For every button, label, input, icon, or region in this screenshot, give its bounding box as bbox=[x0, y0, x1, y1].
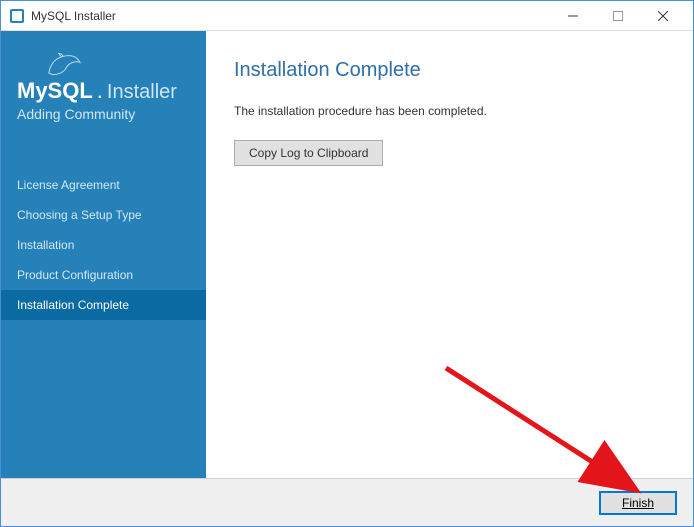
sidebar-item-label: Installation bbox=[17, 238, 74, 252]
maximize-button[interactable] bbox=[595, 2, 640, 30]
main-panel: Installation Complete The installation p… bbox=[206, 31, 693, 478]
sidebar-item-installation-complete: Installation Complete bbox=[1, 290, 206, 320]
body-area: MySQL. Installer Adding Community Licens… bbox=[1, 31, 693, 478]
page-description: The installation procedure has been comp… bbox=[234, 104, 665, 118]
maximize-icon bbox=[613, 11, 623, 21]
page-title: Installation Complete bbox=[234, 59, 665, 82]
brand-dot: . bbox=[97, 78, 103, 104]
app-icon bbox=[9, 8, 25, 24]
sidebar-item-installation: Installation bbox=[1, 230, 206, 260]
minimize-icon bbox=[568, 11, 578, 21]
brand-line: MySQL. Installer bbox=[17, 78, 190, 104]
installer-window: MySQL Installer MySQL. Installer bbox=[0, 0, 694, 527]
brand-installer: Installer bbox=[107, 81, 177, 104]
footer-bar: Finish bbox=[1, 478, 693, 526]
window-title: MySQL Installer bbox=[31, 9, 550, 23]
dolphin-icon bbox=[45, 51, 83, 77]
sidebar-item-product-config: Product Configuration bbox=[1, 260, 206, 290]
finish-button[interactable]: Finish bbox=[599, 491, 677, 515]
sidebar-item-label: Installation Complete bbox=[17, 298, 129, 312]
close-button[interactable] bbox=[640, 2, 685, 30]
close-icon bbox=[658, 11, 668, 21]
titlebar: MySQL Installer bbox=[1, 1, 693, 31]
copy-log-button[interactable]: Copy Log to Clipboard bbox=[234, 140, 383, 166]
sidebar: MySQL. Installer Adding Community Licens… bbox=[1, 31, 206, 478]
sidebar-item-label: Choosing a Setup Type bbox=[17, 208, 142, 222]
sidebar-item-label: Product Configuration bbox=[17, 268, 133, 282]
finish-button-label: Finish bbox=[622, 496, 654, 510]
brand-block: MySQL. Installer Adding Community bbox=[1, 43, 206, 140]
brand-mysql: MySQL bbox=[17, 78, 93, 104]
brand-subtitle: Adding Community bbox=[17, 106, 190, 122]
minimize-button[interactable] bbox=[550, 2, 595, 30]
sidebar-item-license: License Agreement bbox=[1, 170, 206, 200]
sidebar-spacer bbox=[1, 140, 206, 170]
sidebar-item-setup-type: Choosing a Setup Type bbox=[1, 200, 206, 230]
sidebar-item-label: License Agreement bbox=[17, 178, 120, 192]
window-controls bbox=[550, 2, 685, 30]
